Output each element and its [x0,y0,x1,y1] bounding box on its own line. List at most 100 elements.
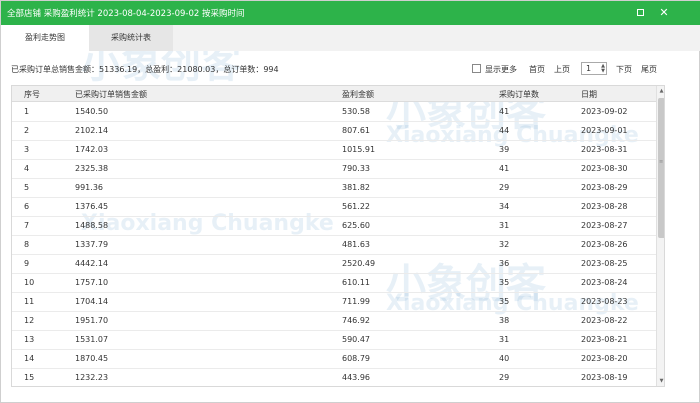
cell-sales-amount: 1951.70 [75,316,109,325]
cell-date: 2023-08-21 [581,335,628,344]
title-bar: 全部店铺 采购盈利统计 2023-08-04-2023-09-02 按采购时间 … [1,1,700,25]
show-more-checkbox[interactable] [472,64,481,73]
first-page-button[interactable]: 首页 [529,64,545,75]
header-date[interactable]: 日期 [581,89,597,100]
cell-sales-amount: 4442.14 [75,259,109,268]
page-number-input[interactable]: 1 ▲ ▼ [581,62,607,75]
cell-index: 4 [24,164,30,173]
cell-profit: 625.60 [342,221,370,230]
table-row[interactable]: 9 4442.14 2520.49 36 2023-08-25 [12,254,656,274]
cell-sales-amount: 1376.45 [75,202,109,211]
cell-index: 10 [24,278,35,287]
header-sales-amount[interactable]: 已采购订单销售金额 [75,89,147,100]
next-page-button[interactable]: 下页 [616,64,632,75]
cell-order-count: 39 [499,145,510,154]
table-row[interactable]: 3 1742.03 1015.91 39 2023-08-31 [12,140,656,160]
cell-profit: 711.99 [342,297,370,306]
cell-sales-amount: 2325.38 [75,164,109,173]
cell-sales-amount: 1337.79 [75,240,109,249]
table-row[interactable]: 2 2102.14 807.61 44 2023-09-01 [12,121,656,141]
cell-order-count: 36 [499,259,510,268]
header-index[interactable]: 序号 [24,89,40,100]
scroll-down-icon[interactable]: ▼ [658,377,664,385]
table-row[interactable]: 15 1232.23 443.96 29 2023-08-19 [12,368,656,386]
cell-index: 8 [24,240,30,249]
window-title: 全部店铺 采购盈利统计 2023-08-04-2023-09-02 按采购时间 [7,9,245,19]
cell-profit: 481.63 [342,240,370,249]
cell-order-count: 35 [499,278,510,287]
cell-sales-amount: 1531.07 [75,335,109,344]
cell-date: 2023-08-23 [581,297,628,306]
spinner-icon[interactable]: ▲ ▼ [601,64,605,74]
tab-profit-trend[interactable]: 盈利走势图 [1,25,89,51]
cell-order-count: 32 [499,240,510,249]
header-profit[interactable]: 盈利金额 [342,89,374,100]
cell-index: 5 [24,183,30,192]
cell-date: 2023-08-22 [581,316,628,325]
show-more-label: 显示更多 [485,65,517,74]
cell-index: 12 [24,316,35,325]
table-header: 序号 已采购订单销售金额 盈利金额 采购订单数 日期 [12,86,656,102]
cell-sales-amount: 1870.45 [75,354,109,363]
cell-order-count: 38 [499,316,510,325]
prev-page-button[interactable]: 上页 [554,64,570,75]
table-row[interactable]: 5 991.36 381.82 29 2023-08-29 [12,178,656,198]
table-row[interactable]: 8 1337.79 481.63 32 2023-08-26 [12,235,656,255]
cell-sales-amount: 1742.03 [75,145,109,154]
cell-sales-amount: 1488.58 [75,221,109,230]
maximize-icon[interactable] [633,6,647,20]
cell-profit: 530.58 [342,107,370,116]
cell-index: 3 [24,145,30,154]
table-row[interactable]: 6 1376.45 561.22 34 2023-08-28 [12,197,656,217]
cell-order-count: 29 [499,373,510,382]
cell-date: 2023-08-27 [581,221,628,230]
cell-index: 6 [24,202,30,211]
tab-purchase-stats[interactable]: 采购统计表 [89,25,173,51]
vertical-scrollbar[interactable]: ▲ ≡ ▼ [656,86,664,386]
last-page-button[interactable]: 尾页 [641,64,657,75]
cell-profit: 1015.91 [342,145,376,154]
cell-date: 2023-09-01 [581,126,628,135]
cell-order-count: 44 [499,126,510,135]
cell-sales-amount: 1704.14 [75,297,109,306]
cell-order-count: 41 [499,164,510,173]
cell-sales-amount: 1232.23 [75,373,109,382]
cell-date: 2023-08-28 [581,202,628,211]
cell-index: 11 [24,297,35,306]
table-row[interactable]: 13 1531.07 590.47 31 2023-08-21 [12,330,656,350]
table-row[interactable]: 10 1757.10 610.11 35 2023-08-24 [12,273,656,293]
pagination-toolbar: 显示更多 首页 上页 1 ▲ ▼ 下页 尾页 [1,61,700,77]
cell-index: 7 [24,221,30,230]
cell-sales-amount: 1757.10 [75,278,109,287]
cell-order-count: 40 [499,354,510,363]
table-row[interactable]: 4 2325.38 790.33 41 2023-08-30 [12,159,656,179]
cell-profit: 610.11 [342,278,370,287]
cell-index: 15 [24,373,35,382]
table-row[interactable]: 11 1704.14 711.99 35 2023-08-23 [12,292,656,312]
cell-order-count: 31 [499,221,510,230]
close-icon[interactable]: ✕ [657,6,671,20]
cell-profit: 381.82 [342,183,370,192]
cell-order-count: 35 [499,297,510,306]
cell-sales-amount: 1540.50 [75,107,109,116]
table-row[interactable]: 7 1488.58 625.60 31 2023-08-27 [12,216,656,236]
cell-sales-amount: 991.36 [75,183,103,192]
cell-index: 9 [24,259,30,268]
tab-bar: 盈利走势图 采购统计表 [1,25,700,51]
scroll-up-icon[interactable]: ▲ [658,87,664,95]
purchase-profit-window: 小象创客 Xiaoxiang Chuangke 小象创客 Xiaoxiang C… [0,0,700,403]
cell-profit: 561.22 [342,202,370,211]
cell-profit: 807.61 [342,126,370,135]
table-row[interactable]: 14 1870.45 608.79 40 2023-08-20 [12,349,656,369]
cell-date: 2023-08-24 [581,278,628,287]
table-row[interactable]: 12 1951.70 746.92 38 2023-08-22 [12,311,656,331]
cell-profit: 608.79 [342,354,370,363]
cell-date: 2023-09-02 [581,107,628,116]
cell-date: 2023-08-31 [581,145,628,154]
cell-order-count: 29 [499,183,510,192]
cell-date: 2023-08-25 [581,259,628,268]
table-row[interactable]: 1 1540.50 530.58 41 2023-09-02 [12,102,656,122]
cell-sales-amount: 2102.14 [75,126,109,135]
header-order-count[interactable]: 采购订单数 [499,89,539,100]
scrollbar-thumb[interactable] [658,98,664,238]
